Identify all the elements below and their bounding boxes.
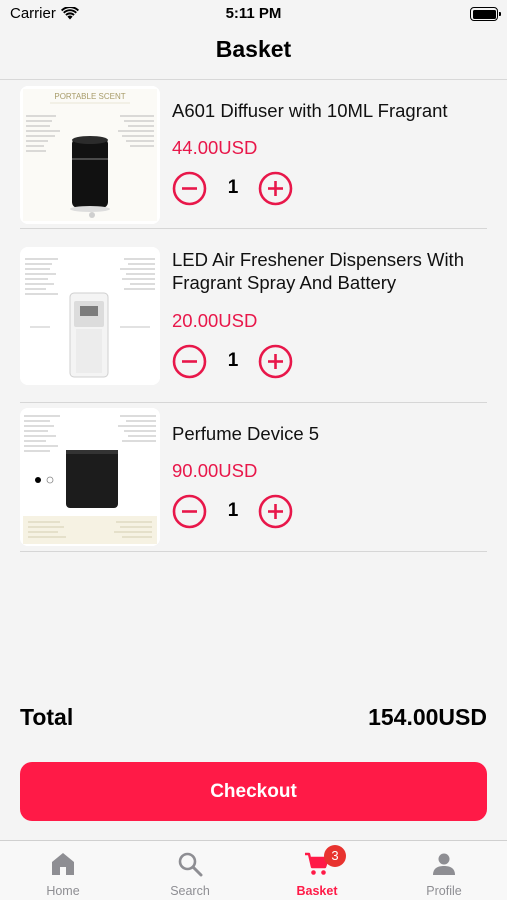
product-price: 20.00USD [172, 310, 258, 331]
tab-basket-label: Basket [296, 884, 338, 898]
thumb-caption: PORTABLE SCENT [54, 92, 125, 101]
product-thumbnail[interactable] [20, 247, 160, 385]
decrease-quantity-button[interactable] [172, 494, 207, 529]
product-thumbnail[interactable] [20, 408, 160, 546]
status-time: 5:11 PM [225, 5, 282, 22]
home-icon [52, 853, 74, 875]
basket-item: LED Air Freshener Dispensers With Fragra… [0, 229, 507, 403]
page-title: Basket [215, 36, 292, 62]
product-price: 44.00USD [172, 137, 258, 158]
tab-home[interactable]: Home [0, 841, 126, 900]
tab-profile-label: Profile [426, 884, 462, 898]
tab-search-label: Search [170, 884, 210, 898]
product-thumbnail[interactable]: PORTABLE SCENT [20, 86, 160, 224]
basket-list: PORTABLE SCENT A601 Diffuser with 10ML F… [0, 80, 507, 552]
tab-bar: Home Search 3 Basket Profile [0, 840, 507, 900]
status-bar: Carrier 5:11 PM [0, 0, 507, 28]
increase-quantity-button[interactable] [258, 171, 293, 206]
tab-search[interactable]: Search [127, 841, 253, 900]
quantity-value: 1 [227, 350, 239, 371]
product-name[interactable]: LED Air Freshener Dispensers With Fragra… [172, 248, 492, 294]
decrease-quantity-button[interactable] [172, 171, 207, 206]
increase-quantity-button[interactable] [258, 494, 293, 529]
quantity-stepper: 1 [172, 494, 294, 530]
total-label: Total [20, 704, 74, 730]
basket-item: PORTABLE SCENT A601 Diffuser with 10ML F… [0, 80, 507, 229]
product-name[interactable]: Perfume Device 5 [172, 422, 492, 445]
profile-icon [433, 853, 455, 875]
tab-basket[interactable]: 3 Basket [254, 841, 380, 900]
quantity-stepper: 1 [172, 344, 294, 380]
total-value: 154.00USD [368, 704, 487, 730]
decrease-quantity-button[interactable] [172, 344, 207, 379]
quantity-value: 1 [227, 500, 239, 521]
battery-icon [470, 7, 501, 21]
increase-quantity-button[interactable] [258, 344, 293, 379]
tab-profile[interactable]: Profile [381, 841, 507, 900]
item-divider [20, 551, 487, 552]
cart-count-badge: 3 [324, 845, 346, 867]
product-price: 90.00USD [172, 460, 258, 481]
quantity-stepper: 1 [172, 171, 294, 207]
diffuser-product-image: PORTABLE SCENT [20, 86, 160, 224]
air-freshener-product-image [20, 247, 160, 385]
total-row: Total 154.00USD [20, 704, 487, 736]
search-icon [178, 852, 203, 877]
checkout-button[interactable]: Checkout [20, 762, 487, 821]
perfume-device-product-image [20, 408, 160, 546]
basket-item: Perfume Device 5 90.00USD 1 [0, 403, 507, 552]
product-name[interactable]: A601 Diffuser with 10ML Fragrant [172, 99, 492, 122]
quantity-value: 1 [227, 177, 239, 198]
tab-home-label: Home [46, 884, 80, 898]
